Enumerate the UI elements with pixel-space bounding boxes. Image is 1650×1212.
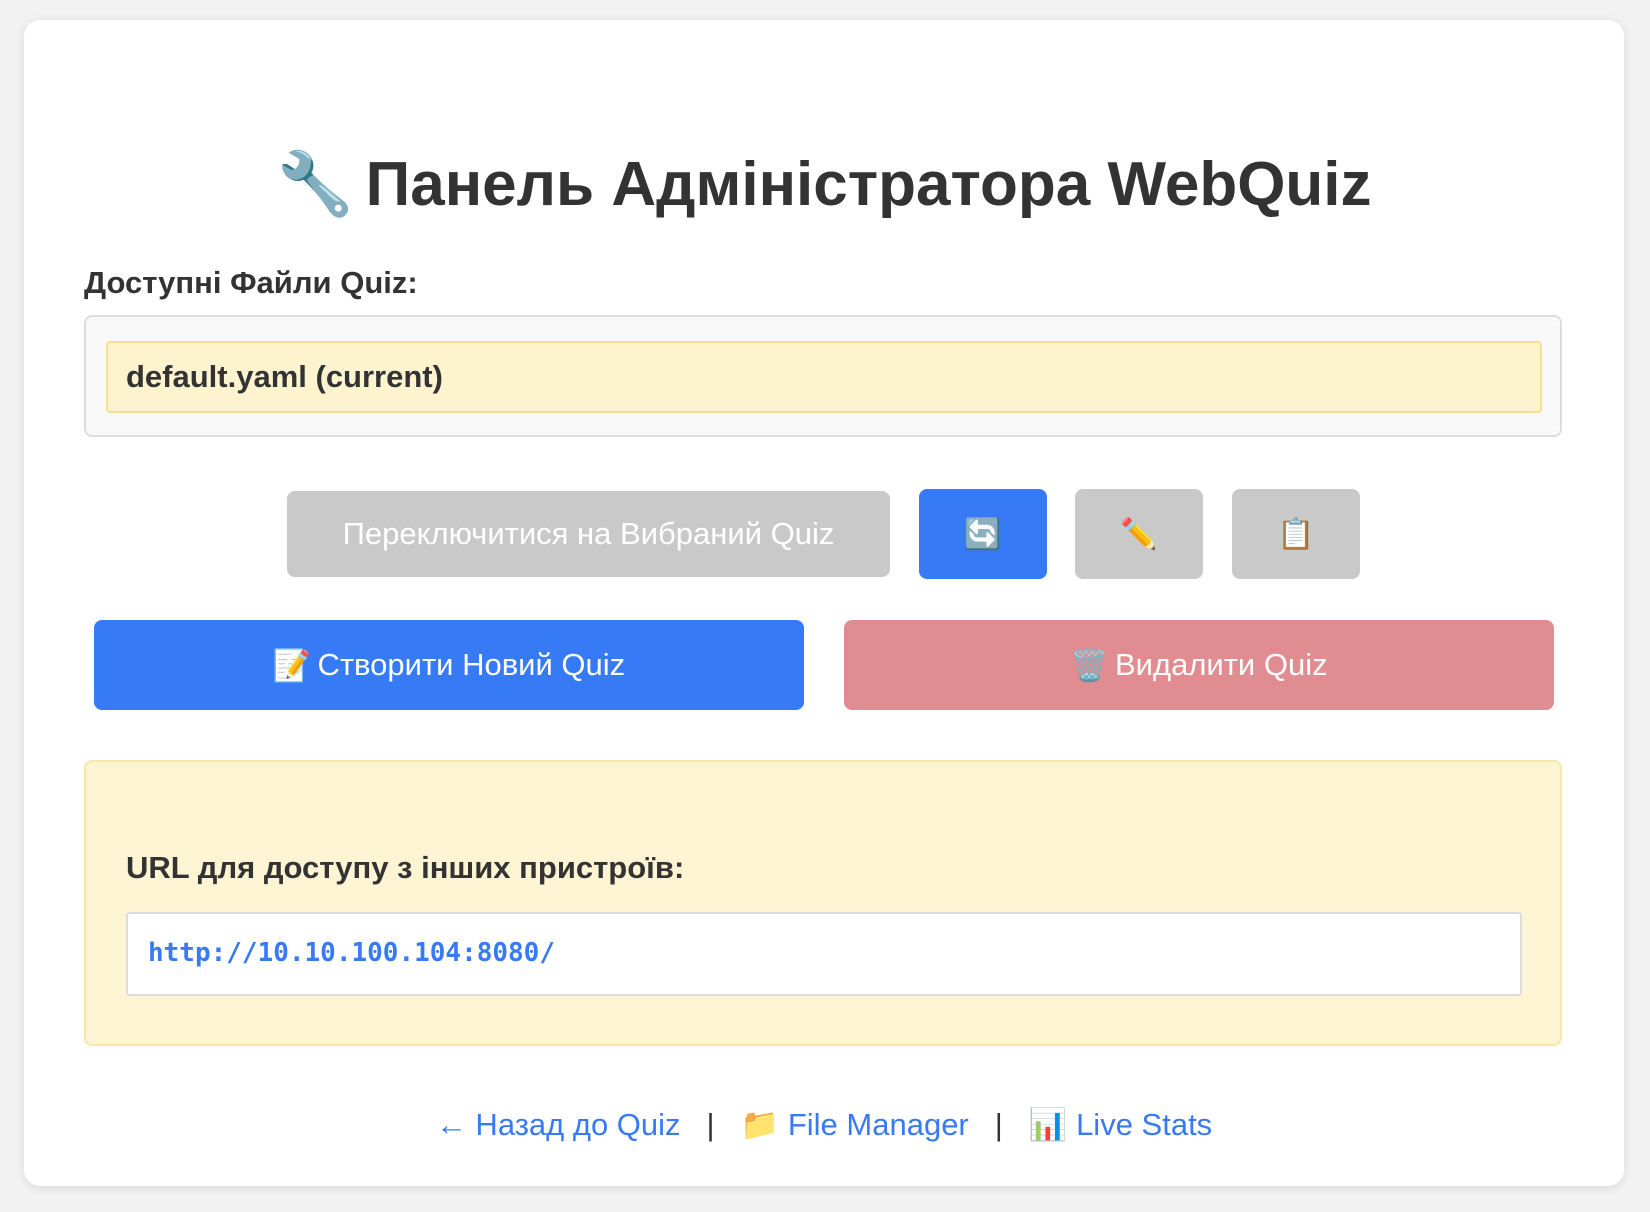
wrench-icon: 🔧 [276, 150, 354, 219]
live-stats-link[interactable]: 📊 Live Stats [1029, 1107, 1212, 1142]
clipboard-icon: 📋 [1277, 517, 1315, 551]
network-url-panel: URL для доступу з інших пристроїв: http:… [84, 760, 1562, 1046]
delete-quiz-button[interactable]: 🗑️ Видалити Quiz [844, 620, 1554, 710]
network-url-field[interactable]: http://10.10.100.104:8080/ [126, 912, 1522, 996]
network-url-label: URL для доступу з інших пристроїв: [126, 850, 685, 885]
file-manager-label: File Manager [787, 1107, 969, 1142]
footer-nav: ← Назад до Quiz | 📁 File Manager | 📊 Live St… [24, 1103, 1624, 1147]
footer-separator: | [706, 1107, 715, 1142]
edit-quiz-button[interactable]: ✏️ [1075, 489, 1203, 579]
pencil-icon: ✏️ [1120, 517, 1158, 551]
copy-quiz-button[interactable]: 📋 [1232, 489, 1360, 579]
switch-quiz-button[interactable]: Переключитися на Вибраний Quiz [287, 491, 890, 577]
trash-icon: 🗑️ [1070, 647, 1109, 683]
delete-quiz-label: Видалити Quiz [1115, 647, 1328, 682]
quiz-file-list: default.yaml (current) [84, 315, 1562, 437]
back-to-quiz-link[interactable]: ← Назад до Quiz [436, 1107, 681, 1142]
admin-panel-card: 🔧 Панель Адміністратора WebQuiz Доступні … [24, 20, 1624, 1186]
files-label: Доступні Файли Quiz: [84, 265, 418, 300]
create-quiz-button[interactable]: 📝 Створити Новий Quiz [94, 620, 804, 710]
create-quiz-label: Створити Новий Quiz [317, 647, 626, 682]
quiz-file-item[interactable]: default.yaml (current) [106, 341, 1542, 413]
file-manager-link[interactable]: 📁 File Manager [741, 1107, 969, 1142]
page-title-text: Панель Адміністратора WebQuiz [365, 150, 1372, 219]
refresh-icon: 🔄 [964, 517, 1002, 551]
bar-chart-icon: 📊 [1028, 1107, 1068, 1142]
footer-separator: | [994, 1107, 1003, 1142]
memo-icon: 📝 [272, 647, 312, 683]
refresh-button[interactable]: 🔄 [919, 489, 1047, 579]
live-stats-label: Live Stats [1076, 1107, 1213, 1142]
page-title: 🔧 Панель Адміністратора WebQuiz [24, 145, 1624, 225]
folder-icon: 📁 [740, 1107, 780, 1142]
